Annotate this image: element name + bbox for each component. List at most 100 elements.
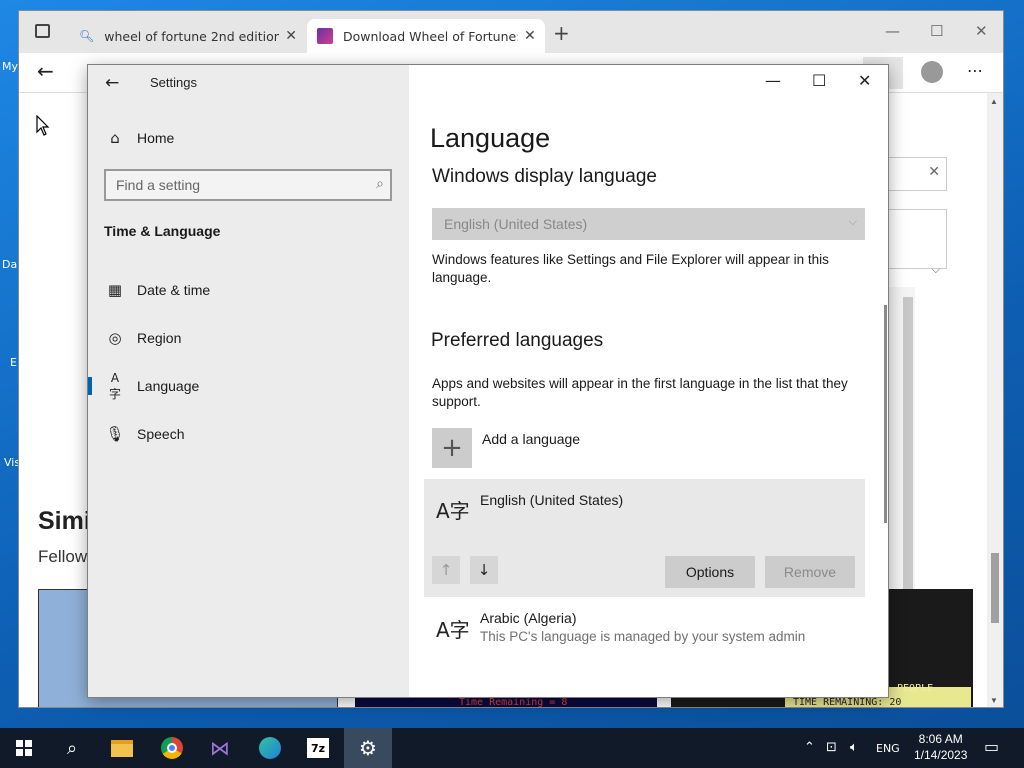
microphone-icon: 🎙︎	[105, 425, 125, 443]
maximize-icon[interactable]: ☐	[930, 22, 943, 40]
taskbar-7zip[interactable]: 7z	[294, 728, 342, 768]
minimize-icon[interactable]: —	[885, 22, 900, 40]
scrollbar-thumb[interactable]	[903, 297, 913, 623]
taskbar-chrome[interactable]	[148, 728, 196, 768]
preferred-languages-heading: Preferred languages	[431, 330, 604, 351]
tab-actions-icon[interactable]	[35, 24, 50, 38]
chevron-down-icon[interactable]: ⌵	[932, 264, 940, 277]
taskbar-search-button[interactable]: ⌕	[48, 728, 96, 768]
clock-date: 1/14/2023	[914, 748, 968, 762]
new-tab-icon[interactable]: +	[553, 21, 570, 45]
volume-icon[interactable]: 🔈︎	[850, 740, 858, 755]
nav-item-label: Date & time	[137, 282, 211, 298]
maximize-icon[interactable]: ☐	[812, 71, 826, 90]
search-icon: ⌕	[66, 737, 78, 759]
scrollbar-thumb[interactable]	[991, 553, 999, 623]
settings-content-pane: — ☐ ✕ Language Windows display language …	[409, 65, 888, 697]
settings-nav-pane: ← Settings ⌂ Home ⌕ Time & Language ▦ Da…	[88, 65, 409, 697]
nav-home[interactable]: ⌂ Home	[88, 118, 409, 158]
nav-item-label: Speech	[137, 426, 185, 442]
settings-window: ← Settings ⌂ Home ⌕ Time & Language ▦ Da…	[87, 64, 889, 698]
taskbar-file-explorer[interactable]	[98, 728, 146, 768]
add-language-button[interactable]: + Add a language	[432, 428, 580, 468]
tab-search[interactable]: 🔍︎ wheel of fortune 2nd edition pc d ✕	[69, 19, 307, 53]
nav-item-language[interactable]: A字 Language	[88, 366, 409, 406]
tab-title: Download Wheel of Fortune: 2nd	[343, 28, 518, 44]
tab-title: wheel of fortune 2nd edition pc d	[104, 28, 280, 44]
chrome-icon	[161, 737, 183, 759]
close-window-icon[interactable]: ✕	[975, 22, 988, 40]
7zip-icon: 7z	[307, 738, 329, 758]
edge-icon	[259, 737, 281, 759]
section-subtext: Fellow	[38, 547, 88, 566]
taskbar-settings[interactable]: ⚙	[344, 728, 392, 768]
arrow-down-icon: ↓	[477, 561, 491, 579]
search-box[interactable]: ⌕	[104, 169, 392, 201]
mouse-cursor-icon	[36, 115, 50, 136]
section-title: Time & Language	[104, 223, 221, 239]
move-down-button[interactable]: ↓	[470, 556, 498, 584]
scroll-up-icon[interactable]: ▲	[990, 97, 998, 106]
back-arrow-icon[interactable]: ←	[105, 73, 119, 93]
clock-time: 8:06 AM	[918, 732, 963, 746]
nav-item-region[interactable]: ◎ Region	[88, 318, 409, 358]
tab-strip: 🔍︎ wheel of fortune 2nd edition pc d ✕ D…	[19, 11, 1003, 53]
page-dropdown-box: ⌵	[887, 209, 947, 276]
preferred-languages-desc: Apps and websites will appear in the fir…	[432, 376, 848, 409]
profile-avatar-icon[interactable]	[921, 61, 943, 83]
game-text: Time Remaining = 8	[459, 697, 568, 708]
settings-scrollbar[interactable]	[884, 305, 887, 523]
desktop-icon-label[interactable]: E	[10, 356, 17, 369]
move-up-button[interactable]: ↑	[432, 556, 460, 584]
input-language[interactable]: ENG	[876, 742, 900, 755]
close-icon[interactable]: ✕	[928, 164, 940, 180]
nav-item-label: Language	[137, 378, 200, 394]
close-icon[interactable]: ✕	[858, 71, 871, 90]
tab-download[interactable]: Download Wheel of Fortune: 2nd ✕	[307, 19, 545, 53]
back-icon[interactable]: ←	[37, 59, 54, 83]
desktop-icon-label[interactable]: My	[2, 60, 18, 73]
game-text: PEOPLE	[897, 683, 934, 694]
language-name: English (United States)	[480, 492, 624, 508]
notification-icon[interactable]: ▭	[984, 737, 999, 756]
desktop-icon-label[interactable]: Da	[2, 258, 17, 271]
language-item-selected[interactable]: A字 English (United States) ↑ ↓ Options R…	[424, 479, 865, 597]
dropdown-value: English (United States)	[444, 216, 588, 232]
home-icon: ⌂	[110, 129, 120, 147]
search-input[interactable]	[106, 171, 356, 199]
language-item[interactable]: A字 Arabic (Algeria) This PC's language i…	[424, 600, 865, 660]
gear-icon: ⚙	[359, 736, 377, 760]
nav-item-label: Region	[137, 330, 182, 346]
page-scrollbar[interactable]: ▲ ▼	[987, 93, 1003, 707]
clock[interactable]: 8:06 AM 1/14/2023	[914, 731, 967, 763]
close-icon[interactable]: ✕	[285, 28, 297, 44]
scroll-down-icon[interactable]: ▼	[990, 696, 998, 705]
network-icon[interactable]: ⊡	[826, 740, 837, 755]
language-icon: A字	[108, 370, 121, 401]
globe-icon: ◎	[108, 329, 122, 347]
taskbar-edge[interactable]	[246, 728, 294, 768]
minimize-icon[interactable]: —	[765, 71, 781, 90]
search-icon[interactable]: ⌕	[376, 176, 384, 192]
arrow-up-icon: ↑	[439, 561, 453, 579]
display-language-dropdown[interactable]: English (United States) ⌵	[432, 208, 865, 240]
chevron-up-icon[interactable]: ⌃	[804, 740, 815, 755]
close-icon[interactable]: ✕	[524, 28, 536, 44]
app-title: Settings	[150, 75, 197, 90]
remove-button[interactable]: Remove	[765, 556, 855, 588]
calendar-clock-icon: ▦	[107, 281, 123, 299]
start-button[interactable]	[0, 728, 48, 768]
search-icon: 🔍︎	[79, 29, 95, 43]
page-title: Language	[430, 123, 551, 153]
visual-studio-icon: ⋈	[210, 736, 230, 760]
game-text: TIME REMAINING: 20	[793, 697, 902, 708]
options-button[interactable]: Options	[665, 556, 755, 588]
nav-item-speech[interactable]: 🎙︎ Speech	[88, 414, 409, 454]
taskbar-visual-studio[interactable]: ⋈	[196, 728, 244, 768]
language-name: Arabic (Algeria)	[480, 610, 577, 626]
folder-icon	[111, 739, 133, 757]
add-language-label: Add a language	[482, 431, 581, 447]
nav-item-date-time[interactable]: ▦ Date & time	[88, 270, 409, 310]
site-favicon-icon	[317, 28, 333, 44]
more-icon[interactable]: ⋯	[967, 61, 983, 80]
